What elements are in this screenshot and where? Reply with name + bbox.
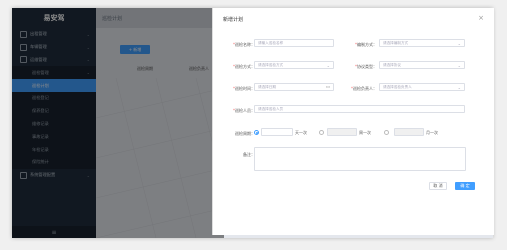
chevron-down-icon: ⌄ <box>457 41 461 46</box>
plan-type-select[interactable]: 请选择巡检方式 ⌄ <box>254 61 334 69</box>
cycle-day-radio[interactable] <box>254 130 259 135</box>
inspector-input[interactable]: 请选择巡检人员 <box>254 105 465 113</box>
responsible-label: *巡检负责人： <box>351 86 377 91</box>
chevron-down-icon: ⌄ <box>457 63 461 68</box>
mode-select[interactable]: 请选择编制方式 ⌄ <box>379 39 465 47</box>
calendar-icon[interactable]: ▭ <box>326 85 330 90</box>
start-time-picker[interactable]: 请选择日期 ▭ <box>254 83 334 91</box>
mode-label: *编制方式： <box>355 42 377 47</box>
plan-name-label: *巡检名称： <box>233 42 255 47</box>
chevron-down-icon: ⌄ <box>326 63 330 68</box>
cycle-week-input[interactable] <box>327 128 357 136</box>
cycle-week-radio[interactable] <box>319 130 324 135</box>
cancel-button[interactable]: 取 消 <box>429 182 447 190</box>
plan-name-input[interactable]: 请输入巡检名称 <box>254 39 334 47</box>
cycle-month-input[interactable] <box>394 128 424 136</box>
remark-label: 备注： <box>243 152 255 157</box>
cycle-week-unit: 周一次 <box>359 130 371 135</box>
cycle-label: 巡检周期： <box>235 131 255 136</box>
close-icon[interactable]: × <box>478 14 484 22</box>
inspector-label: *巡检人员： <box>233 108 255 113</box>
responsible-select[interactable]: 请选择巡检负责人 ⌄ <box>379 83 465 91</box>
start-time-label: *巡检时间： <box>233 86 255 91</box>
modal-overlay[interactable] <box>12 8 224 238</box>
location-select[interactable]: 请选择协议 ⌄ <box>379 61 465 69</box>
remark-textarea[interactable] <box>254 147 466 171</box>
confirm-button[interactable]: 确 定 <box>455 182 475 190</box>
dialog-title: 新增计划 <box>223 17 244 23</box>
cycle-month-radio[interactable] <box>384 130 389 135</box>
cycle-month-unit: 月一次 <box>426 130 438 135</box>
cycle-day-input[interactable] <box>261 128 293 136</box>
plan-type-label: *巡检方式： <box>233 64 255 69</box>
cycle-day-unit: 天一次 <box>295 130 307 135</box>
new-plan-dialog: 新增计划 × *巡检名称： 请输入巡检名称 *编制方式： 请选择编制方式 ⌄ *巡… <box>212 8 494 235</box>
location-label: *协议类型： <box>355 64 377 69</box>
chevron-down-icon: ⌄ <box>457 85 461 90</box>
